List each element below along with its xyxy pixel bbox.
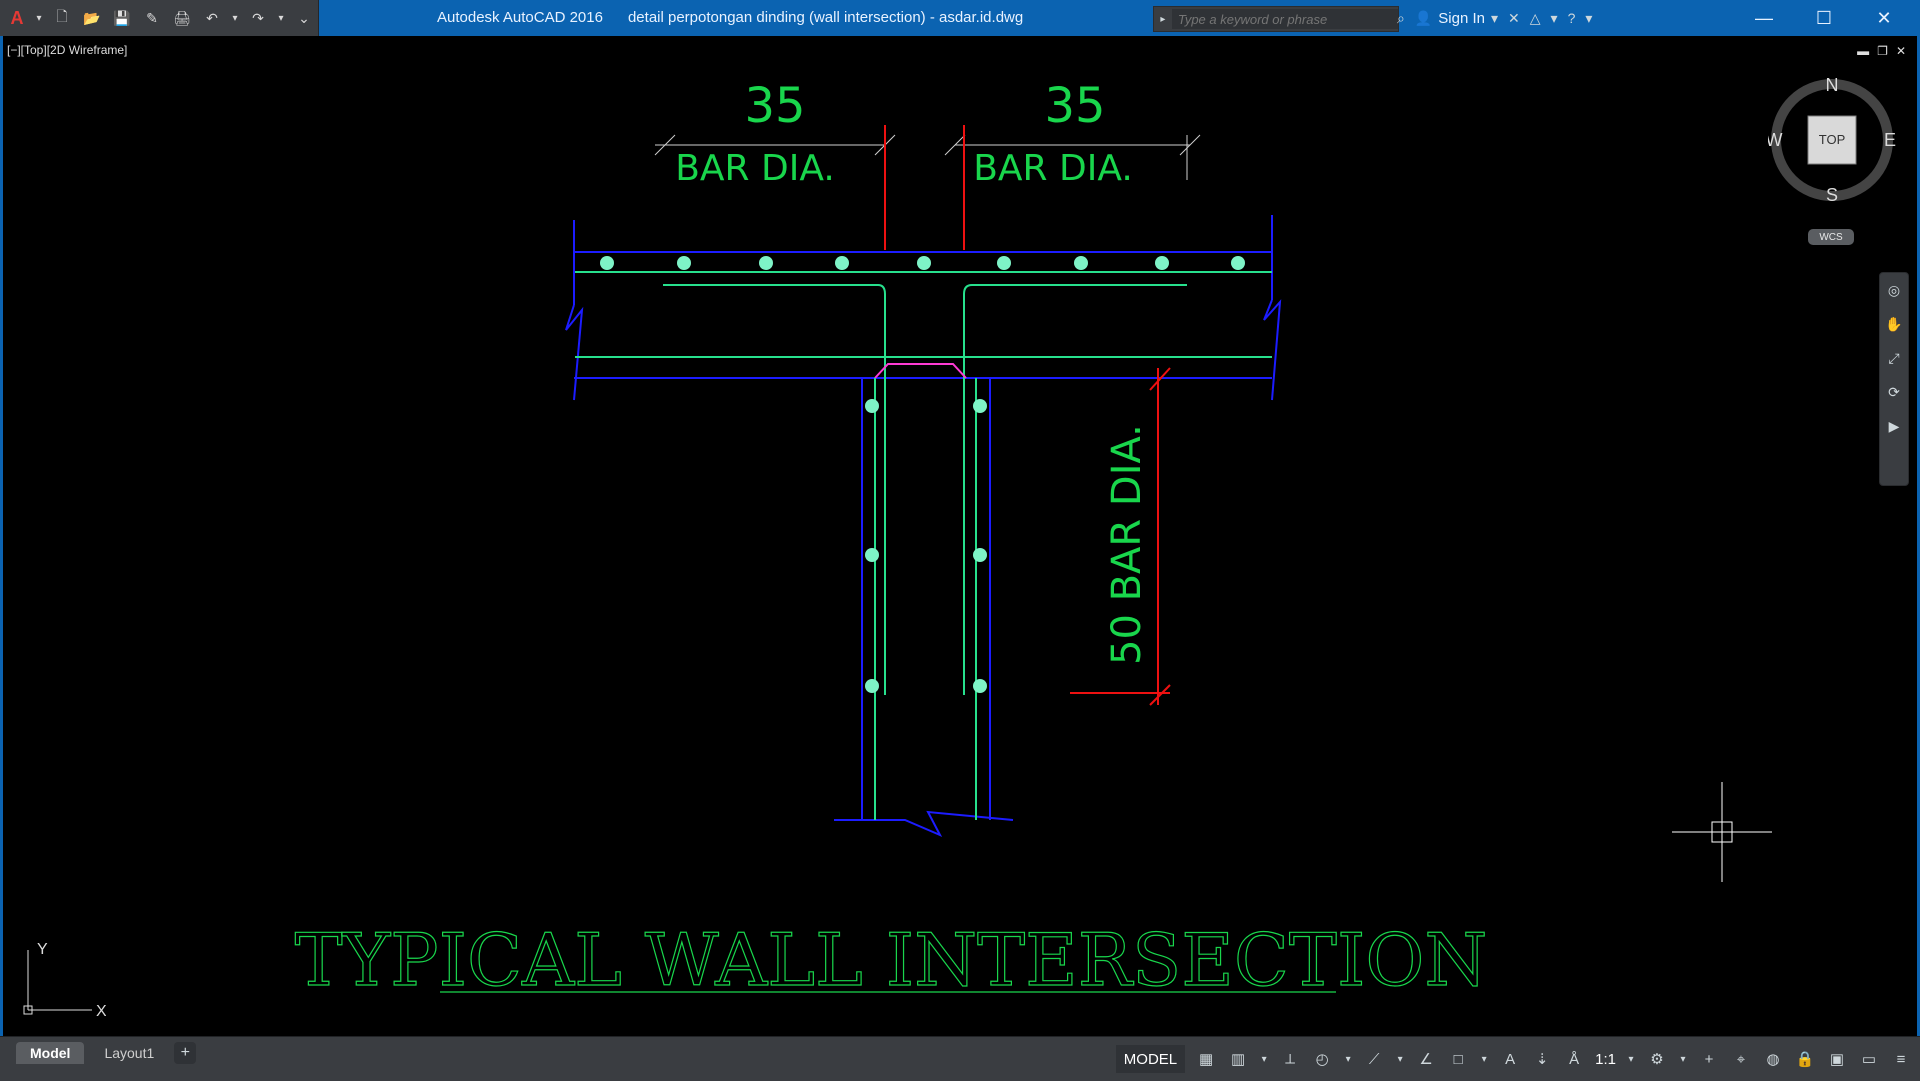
dim-vertical-text: 50 BAR DIA.: [1104, 424, 1150, 665]
tab-model-label: Model: [30, 1045, 71, 1061]
lock-ui-icon[interactable]: 🔒: [1794, 1048, 1816, 1070]
dim-right-number: 35: [1044, 78, 1105, 134]
snap-icon[interactable]: ▥: [1227, 1048, 1249, 1070]
wall-dot-l1: [865, 399, 879, 413]
viewcube-w: W: [1768, 130, 1783, 150]
wall-outline: [834, 378, 1014, 838]
viewcube-s: S: [1826, 185, 1838, 204]
tab-layout1[interactable]: Layout1: [90, 1042, 168, 1064]
annotation-monitor-icon[interactable]: +: [1698, 1048, 1720, 1070]
snap-caret-icon[interactable]: ▾: [1259, 1048, 1269, 1070]
wall-dot-l3: [865, 679, 879, 693]
workspace-switch-icon[interactable]: ⚙: [1646, 1048, 1668, 1070]
grid-icon[interactable]: ▦: [1195, 1048, 1217, 1070]
tab-model[interactable]: Model: [16, 1042, 85, 1064]
center-lines: [884, 125, 965, 250]
drawing-canvas: 35 BAR DIA. 35 BAR DIA. 50 BAR DIA. TYPI…: [294, 78, 1488, 1003]
viewcube-face: TOP: [1819, 132, 1846, 147]
title-text: TYPICAL WALL INTERSECTION: [295, 918, 1488, 1002]
wall-dot-l2: [865, 548, 879, 562]
rebar-dot-6: [997, 256, 1011, 270]
rebar-dot-7: [1074, 256, 1088, 270]
rebar-dot-3: [759, 256, 773, 270]
workspace-caret-icon[interactable]: ▾: [1678, 1048, 1688, 1070]
autoscale-icon[interactable]: ⇣: [1531, 1048, 1553, 1070]
rebar-dot-9: [1231, 256, 1245, 270]
polar-icon[interactable]: ◴: [1311, 1048, 1333, 1070]
clean-screen-icon[interactable]: ▭: [1858, 1048, 1880, 1070]
wall-rebar: [874, 378, 977, 820]
ortho-icon[interactable]: ⟂: [1279, 1048, 1301, 1070]
ucs-x: X: [96, 1003, 106, 1020]
model-label: MODEL: [1123, 1050, 1178, 1068]
wall-dot-r2: [973, 548, 987, 562]
model-space-toggle[interactable]: MODEL: [1115, 1045, 1186, 1073]
crosshair-cursor: [1672, 782, 1772, 882]
rebar-dot-1: [600, 256, 614, 270]
navigation-bar: ◎ ✋ ⤢ ⟳ ▶: [1879, 272, 1909, 486]
add-layout-button[interactable]: +: [174, 1042, 197, 1064]
isodraft-caret-icon[interactable]: ▾: [1395, 1048, 1405, 1070]
rebar-dot-4: [835, 256, 849, 270]
polar-caret-icon[interactable]: ▾: [1343, 1048, 1353, 1070]
slab-rebar: [575, 271, 1272, 695]
annotation-visibility-icon[interactable]: A: [1499, 1048, 1521, 1070]
status-tools: MODEL ▦ ▥ ▾ ⟂ ◴ ▾ ⟋ ▾ ∠ □ ▾ A ⇣ Å 1:1 ▾ …: [1115, 1044, 1912, 1074]
viewcube-n: N: [1826, 76, 1839, 95]
viewcube[interactable]: TOP N S E W: [1768, 76, 1896, 204]
annotation-scale-icon[interactable]: Å: [1563, 1048, 1585, 1070]
wall-dot-r1: [973, 399, 987, 413]
rebar-dot-8: [1155, 256, 1169, 270]
isolate-objects-icon[interactable]: ▣: [1826, 1048, 1848, 1070]
quick-properties-icon[interactable]: ◍: [1762, 1048, 1784, 1070]
isodraft-icon[interactable]: ⟋: [1363, 1048, 1385, 1070]
dim-right-text: BAR DIA.: [973, 148, 1133, 189]
orbit-icon[interactable]: ⟳: [1880, 375, 1908, 409]
steeringwheel-icon[interactable]: ◎: [1880, 273, 1908, 307]
rebar-dot-2: [677, 256, 691, 270]
wall-dot-r3: [973, 679, 987, 693]
drawing-title: TYPICAL WALL INTERSECTION: [294, 917, 1488, 1002]
dimension-texts: 35 BAR DIA. 35 BAR DIA. 50 BAR DIA.: [675, 78, 1150, 665]
slab-outline: [565, 215, 1282, 401]
zoom-icon[interactable]: ⤢: [1880, 341, 1908, 375]
object-snap-caret-icon[interactable]: ▾: [1479, 1048, 1489, 1070]
add-layout-label: +: [180, 1044, 190, 1061]
dim-left-text: BAR DIA.: [675, 148, 835, 189]
showmotion-icon[interactable]: ▶: [1880, 409, 1908, 443]
wcs-button[interactable]: WCS: [1808, 229, 1854, 245]
pan-icon[interactable]: ✋: [1880, 307, 1908, 341]
ucs-y: Y: [37, 941, 48, 958]
annotation-scale[interactable]: 1:1: [1595, 1051, 1616, 1068]
dim-left-number: 35: [744, 78, 805, 134]
wall-top-magenta: [874, 363, 967, 379]
layout-tabs: Model Layout1 +: [16, 1042, 197, 1064]
object-snap-tracking-icon[interactable]: ∠: [1415, 1048, 1437, 1070]
tab-layout1-label: Layout1: [104, 1045, 155, 1061]
ucs-icon: Y X: [23, 941, 106, 1020]
customization-icon[interactable]: ≡: [1890, 1048, 1912, 1070]
units-icon[interactable]: ⌖: [1730, 1048, 1752, 1070]
object-snap-icon[interactable]: □: [1447, 1048, 1469, 1070]
viewcube-e: E: [1884, 130, 1896, 150]
rebar-dot-5: [917, 256, 931, 270]
annotation-scale-caret-icon[interactable]: ▾: [1626, 1048, 1636, 1070]
